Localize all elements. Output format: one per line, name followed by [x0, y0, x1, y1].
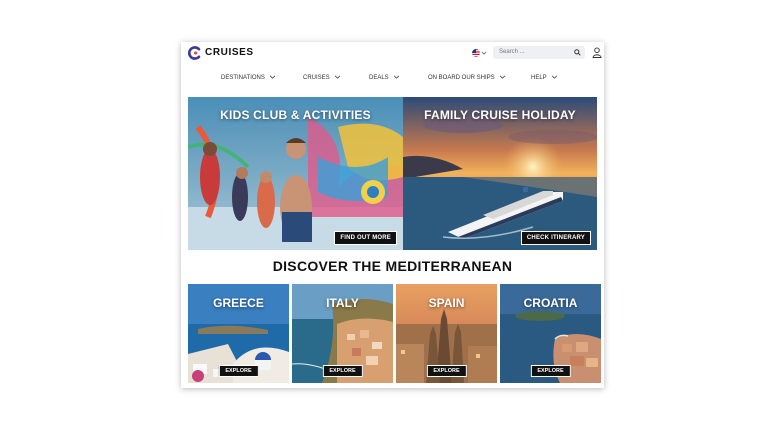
hero-title: FAMILY CRUISE HOLIDAY [424, 108, 576, 122]
nav-item-destinations[interactable]: DESTINATIONS [221, 75, 276, 81]
site-header: CRUISES Search ... [181, 42, 604, 64]
chevron-down-icon [499, 75, 505, 80]
hero-card-kids-club[interactable]: KIDS CLUB & ACTIVITIES FIND OUT MORE [188, 97, 403, 250]
hero-title: KIDS CLUB & ACTIVITIES [220, 108, 371, 122]
destination-title: SPAIN [428, 296, 465, 310]
destination-title: GREECE [213, 296, 264, 310]
explore-button[interactable]: EXPLORE [530, 365, 571, 377]
destination-card-italy[interactable]: ITALY EXPLORE [292, 284, 393, 383]
nav-item-deals[interactable]: DEALS [369, 75, 400, 81]
nav-item-help[interactable]: HELP [531, 75, 558, 81]
nav-item-cruises[interactable]: CRUISES [303, 75, 341, 81]
main-nav: DESTINATIONS CRUISES DEALS ON BOARD OUR … [181, 70, 604, 88]
chevron-down-icon [551, 75, 557, 80]
chevron-down-icon [393, 75, 399, 80]
destination-card-spain[interactable]: SPAIN EXPLORE [396, 284, 497, 383]
find-out-more-button[interactable]: FIND OUT MORE [334, 231, 397, 245]
brand-name[interactable]: CRUISES [205, 47, 254, 58]
explore-button[interactable]: EXPLORE [218, 365, 259, 377]
c-logo-icon[interactable] [188, 46, 202, 60]
chevron-down-icon[interactable] [481, 51, 487, 55]
check-itinerary-button[interactable]: CHECK ITINERARY [520, 231, 591, 245]
explore-button[interactable]: EXPLORE [426, 365, 467, 377]
search-placeholder: Search ... [499, 49, 525, 55]
chevron-down-icon [269, 75, 276, 80]
us-flag-icon[interactable] [472, 49, 480, 57]
user-icon[interactable] [592, 47, 602, 58]
section-heading: DISCOVER THE MEDITERRANEAN [272, 258, 513, 274]
hero-card-family-cruise[interactable]: FAMILY CRUISE HOLIDAY CHECK ITINERARY [403, 97, 597, 250]
nav-label: DEALS [369, 75, 389, 81]
destination-card-greece[interactable]: GREECE EXPLORE [188, 284, 289, 383]
explore-button[interactable]: EXPLORE [322, 365, 363, 377]
nav-label: ON BOARD OUR SHIPS [428, 75, 495, 81]
destination-title: CROATIA [523, 296, 578, 310]
destination-card-croatia[interactable]: CROATIA EXPLORE [500, 284, 601, 383]
destination-title: ITALY [326, 296, 359, 310]
nav-item-on-board[interactable]: ON BOARD OUR SHIPS [428, 75, 506, 81]
nav-label: CRUISES [303, 75, 330, 81]
nav-label: DESTINATIONS [221, 75, 265, 81]
nav-label: HELP [531, 75, 547, 81]
search-input[interactable]: Search ... [493, 46, 585, 59]
browser-page: CRUISES Search ... DESTINATIONS CRUISES … [181, 42, 604, 388]
chevron-down-icon [334, 75, 340, 80]
search-icon[interactable] [574, 49, 581, 56]
